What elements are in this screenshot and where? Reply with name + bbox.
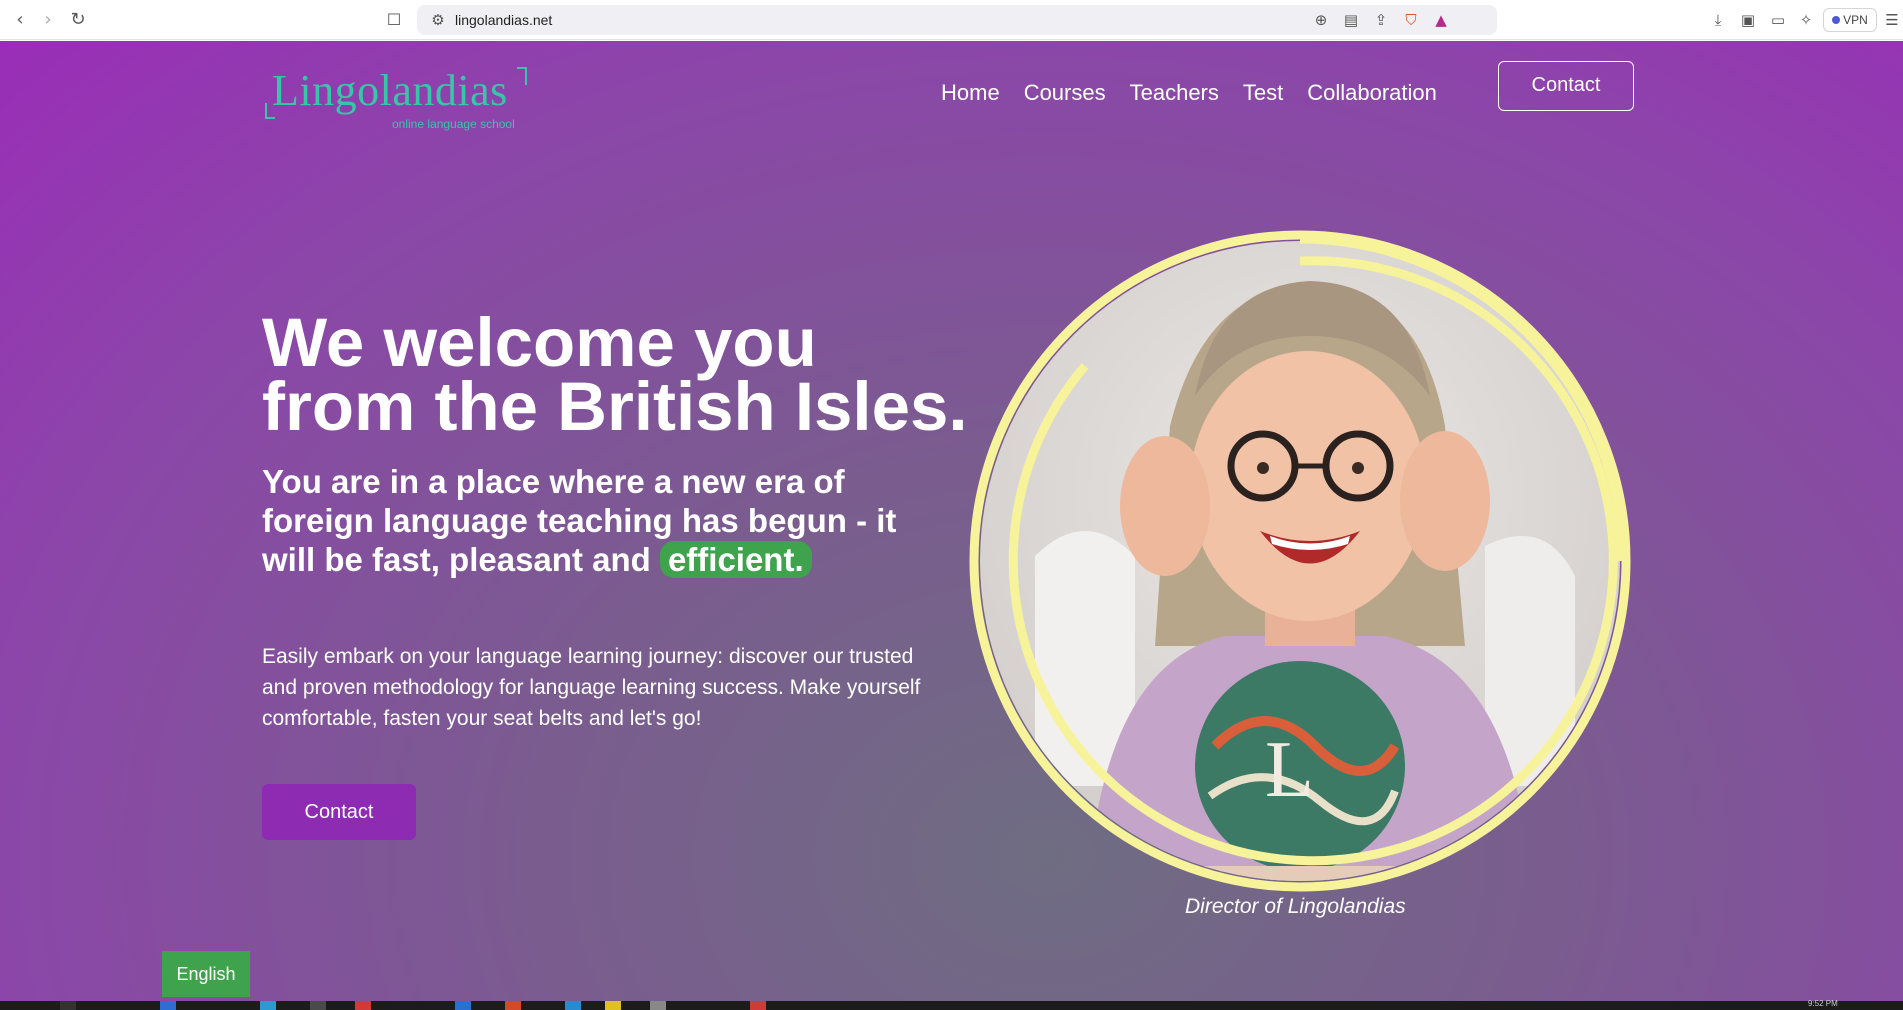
taskbar-clock[interactable]: 9:52 PM [1808,999,1838,1008]
address-bar[interactable]: ⚙ lingolandias.net ⊕ ▤ ⇪ ⛉ ▲ [417,5,1497,35]
forward-icon[interactable]: › [36,8,60,32]
taskbar-app-icon[interactable] [260,1001,276,1010]
taskbar-app-icon[interactable] [650,1001,666,1010]
landing-page: Lingolandias online language school Home… [0,41,1903,1001]
brave-shield-icon[interactable]: ⛉ [1400,9,1422,31]
taskbar-app-icon[interactable] [355,1001,371,1010]
back-icon[interactable]: ‹ [8,8,32,32]
taskbar-app-icon[interactable] [160,1001,176,1010]
hero-description: Easily embark on your language learning … [262,645,921,730]
hero-subtitle: You are in a place where a new era of fo… [262,462,942,579]
hero-highlight-badge: efficient. [659,541,812,578]
nav-teachers[interactable]: Teachers [1130,73,1219,113]
os-taskbar: 9:52 PM [0,999,1903,1010]
reader-icon[interactable]: ▤ [1340,9,1362,31]
portrait-caption: Director of Lingolandias [1185,895,1406,918]
logo-tagline: online language school [392,117,515,131]
nav-courses[interactable]: Courses [1024,73,1106,113]
ai-sparkle-icon[interactable]: ✧ [1794,8,1818,32]
taskbar-app-icon[interactable] [60,1001,76,1010]
bookmark-icon[interactable]: ☐ [383,8,405,32]
logo-wordmark: Lingolandias [272,66,508,115]
nav-test[interactable]: Test [1243,73,1283,113]
taskbar-app-icon[interactable] [455,1001,471,1010]
vpn-label: VPN [1843,13,1868,27]
contact-header-button[interactable]: Contact [1498,61,1634,111]
hero-title: We welcome you from the British Isles. [262,308,982,441]
director-portrait: L [969,230,1631,892]
menu-icon[interactable]: ☰ [1880,8,1903,32]
zoom-icon[interactable]: ⊕ [1310,9,1332,31]
contact-hero-button[interactable]: Contact [262,784,416,840]
svg-text:L: L [1265,726,1314,814]
nav-home[interactable]: Home [941,73,1000,113]
main-nav: Home Courses Teachers Test Collaboration [941,73,1461,113]
taskbar-app-icon[interactable] [605,1001,621,1010]
taskbar-app-icon[interactable] [310,1001,326,1010]
reload-icon[interactable]: ↻ [66,8,90,32]
nav-collaboration[interactable]: Collaboration [1307,73,1437,113]
site-logo[interactable]: Lingolandias online language school [262,55,532,135]
hero-title-line2: from the British Isles. [262,368,968,445]
logo-bracket-right [517,67,527,85]
taskbar-app-icon[interactable] [505,1001,521,1010]
wallet-icon[interactable]: ▭ [1766,8,1790,32]
vpn-button[interactable]: VPN [1823,8,1877,32]
share-icon[interactable]: ⇪ [1370,9,1392,31]
browser-toolbar: ‹ › ↻ ☐ ⚙ lingolandias.net ⊕ ▤ ⇪ ⛉ ▲ ⤓ ▣… [0,0,1903,40]
taskbar-app-icon[interactable] [750,1001,766,1010]
taskbar-app-icon[interactable] [565,1001,581,1010]
language-switcher-button[interactable]: English [162,951,250,997]
download-icon[interactable]: ⤓ [1706,8,1730,32]
vpn-dot-icon [1832,16,1841,24]
rewards-triangle-icon[interactable]: ▲ [1430,9,1452,31]
site-info-icon[interactable]: ⚙ [427,9,449,31]
url-text[interactable]: lingolandias.net [455,12,552,28]
sidebar-icon[interactable]: ▣ [1736,8,1760,32]
